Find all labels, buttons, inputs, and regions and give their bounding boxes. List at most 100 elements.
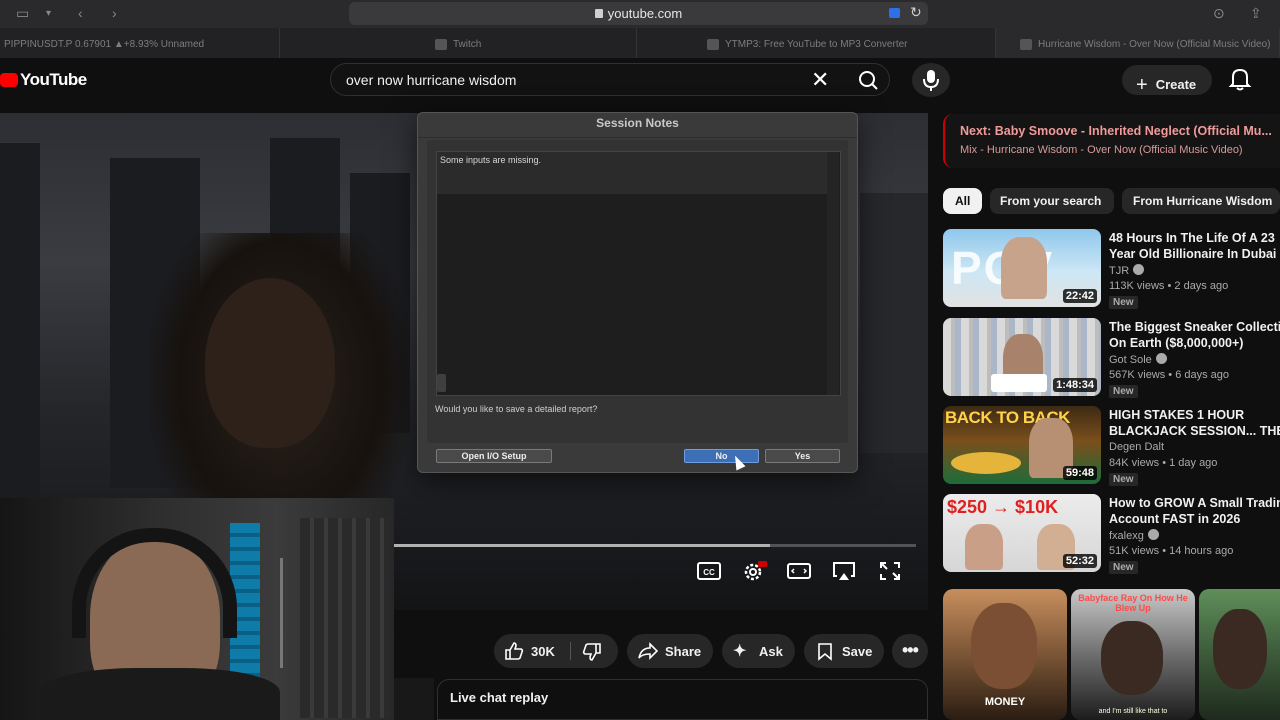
- save-label: Save: [842, 644, 873, 659]
- channel-name[interactable]: fxalexg: [1109, 529, 1159, 542]
- recommendation-item[interactable]: POV 22:42 48 Hours In The Life Of A 23 Ye…: [943, 229, 1280, 309]
- ask-label: Ask: [759, 644, 783, 659]
- up-next-card[interactable]: Next: Baby Smoove - Inherited Neglect (O…: [943, 114, 1280, 168]
- headphones: [72, 528, 237, 638]
- video-duration: 22:42: [1062, 289, 1097, 303]
- video-title-line: On Earth ($8,000,000+): [1109, 336, 1244, 350]
- twitch-icon: [435, 39, 447, 50]
- message-box[interactable]: Some inputs are missing.: [436, 151, 841, 396]
- video-meta: 113K views • 2 days ago: [1109, 280, 1229, 292]
- channel-name[interactable]: Got Sole: [1109, 353, 1167, 366]
- video-thumbnail[interactable]: 1:48:34: [943, 318, 1101, 396]
- chip-all[interactable]: All: [943, 188, 982, 214]
- tab-ytmp3[interactable]: YTMP3: Free YouTube to MP3 Converter: [637, 28, 996, 58]
- forward-icon[interactable]: ›: [112, 5, 117, 21]
- ytmp3-icon: [707, 39, 719, 50]
- fullscreen-icon[interactable]: [877, 560, 903, 582]
- search-input[interactable]: over now hurricane wisdom: [346, 72, 516, 88]
- video-title-line: HIGH STAKES 1 HOUR: [1109, 408, 1245, 422]
- url-display: youtube.com: [349, 6, 928, 21]
- more-actions-button[interactable]: •••: [892, 634, 928, 668]
- share-button[interactable]: Share: [627, 634, 713, 668]
- streamer-hoodie: [40, 668, 280, 720]
- video-title[interactable]: HIGH STAKES 1 HOUR BLACKJACK SESSION... T…: [1109, 407, 1280, 439]
- yes-button[interactable]: Yes: [765, 449, 840, 463]
- video-title-line: How to GROW A Small Trading: [1109, 496, 1280, 510]
- video-title[interactable]: The Biggest Sneaker Collection On Earth (…: [1109, 319, 1280, 351]
- chip-from-search[interactable]: From your search: [990, 188, 1114, 214]
- like-divider: [570, 642, 571, 660]
- sidebar-toggle-icon[interactable]: ▭: [16, 5, 29, 22]
- notifications-bell-icon[interactable]: [1228, 66, 1252, 92]
- channel-name[interactable]: TJR: [1109, 264, 1145, 277]
- save-button[interactable]: Save: [804, 634, 884, 668]
- scroll-thumb[interactable]: [437, 374, 446, 392]
- download-icon[interactable]: ⊙: [1213, 5, 1225, 22]
- address-bar[interactable]: youtube.com ↻: [349, 2, 928, 25]
- voice-search-button[interactable]: [912, 63, 950, 97]
- thumbs-up-icon[interactable]: [504, 641, 524, 661]
- url-text: youtube.com: [607, 6, 683, 21]
- live-chat-replay-panel[interactable]: Live chat replay: [437, 679, 928, 720]
- video-thumbnail[interactable]: $250 → $10K 52:32: [943, 494, 1101, 572]
- back-icon[interactable]: ‹: [78, 5, 83, 21]
- tab-bar: PIPPINUSDT.P 0.67901 ▲+8.93% Unnamed Twi…: [0, 28, 1280, 58]
- thumbnail-text: $250 → $10K: [947, 497, 1059, 517]
- theater-mode-icon[interactable]: [786, 560, 812, 582]
- open-io-setup-button[interactable]: Open I/O Setup: [436, 449, 552, 463]
- thumbs-down-icon[interactable]: [582, 642, 602, 662]
- youtube-play-icon: [0, 73, 18, 87]
- chevron-down-icon[interactable]: ▾: [46, 8, 51, 19]
- plus-icon: +: [1136, 74, 1148, 96]
- video-subject-face: [205, 278, 335, 448]
- short-label: MONEY: [984, 696, 1026, 708]
- recommendation-item[interactable]: 1:48:34 The Biggest Sneaker Collection On…: [943, 318, 1280, 398]
- video-thumbnail[interactable]: BACK TO BACK 59:48: [943, 406, 1101, 484]
- dialog-body: Some inputs are missing.: [427, 140, 848, 443]
- share-label: Share: [665, 644, 702, 659]
- video-progress-bar[interactable]: [394, 544, 916, 547]
- channel-label: fxalexg: [1109, 530, 1144, 542]
- message-scrollbar[interactable]: [827, 152, 839, 395]
- recommendation-item[interactable]: BACK TO BACK 59:48 HIGH STAKES 1 HOUR BLA…: [943, 406, 1280, 486]
- tab-youtube[interactable]: Hurricane Wisdom - Over Now (Official Mu…: [996, 28, 1280, 58]
- clear-search-icon[interactable]: ✕: [811, 67, 829, 93]
- short-video[interactable]: MONEY: [943, 589, 1067, 720]
- ask-button[interactable]: ✦ Ask: [722, 634, 795, 668]
- no-button[interactable]: No: [684, 449, 759, 463]
- short-caption: and I'm still like that to: [1098, 708, 1168, 715]
- tab-pippin[interactable]: PIPPINUSDT.P 0.67901 ▲+8.93% Unnamed: [0, 28, 280, 58]
- search-icon[interactable]: [851, 66, 887, 94]
- share-icon[interactable]: ⇪: [1250, 5, 1262, 22]
- chip-from-hurricane-wisdom[interactable]: From Hurricane Wisdom: [1122, 188, 1280, 214]
- youtube-logo[interactable]: YouTube: [0, 70, 87, 89]
- tab-label: Twitch: [453, 39, 482, 51]
- video-thumbnail[interactable]: POV 22:42: [943, 229, 1101, 307]
- short-headline: Babyface Ray On How He Blew Up: [1078, 593, 1188, 613]
- video-title-line: The Biggest Sneaker Collection: [1109, 320, 1280, 334]
- search-box[interactable]: over now hurricane wisdom ✕: [330, 63, 890, 96]
- short-video[interactable]: Babyface Ray On How He Blew Up and I'm s…: [1071, 589, 1195, 720]
- closed-captions-icon[interactable]: CC: [696, 560, 722, 582]
- video-title[interactable]: How to GROW A Small Trading Account FAST …: [1109, 495, 1280, 527]
- reload-icon[interactable]: ↻: [910, 4, 922, 21]
- video-title-line: 48 Hours In The Life Of A 23: [1109, 231, 1275, 245]
- like-count[interactable]: 30K: [531, 644, 555, 659]
- create-button[interactable]: + Create: [1122, 65, 1212, 96]
- settings-gear-icon[interactable]: [741, 560, 767, 582]
- video-meta: 51K views • 14 hours ago: [1109, 545, 1234, 557]
- short-video[interactable]: [1199, 589, 1280, 720]
- audio-playing-icon[interactable]: [889, 8, 900, 18]
- video-title[interactable]: 48 Hours In The Life Of A 23 Year Old Bil…: [1109, 230, 1280, 262]
- video-duration: 1:48:34: [1053, 378, 1097, 392]
- verified-check-icon: [1147, 529, 1159, 540]
- mic-icon: [923, 70, 939, 91]
- session-notes-dialog: Session Notes Some inputs are missing. W…: [417, 112, 858, 473]
- video-title-line: Year Old Billionaire In Dubai: [1109, 247, 1277, 261]
- recommendation-item[interactable]: $250 → $10K 52:32 How to GROW A Small Tr…: [943, 494, 1280, 574]
- airplay-icon[interactable]: [831, 560, 857, 582]
- channel-name[interactable]: Degen Dalt: [1109, 441, 1164, 453]
- tab-label: YTMP3: Free YouTube to MP3 Converter: [725, 39, 908, 51]
- tab-twitch[interactable]: Twitch: [280, 28, 637, 58]
- bookmark-icon: [818, 643, 832, 661]
